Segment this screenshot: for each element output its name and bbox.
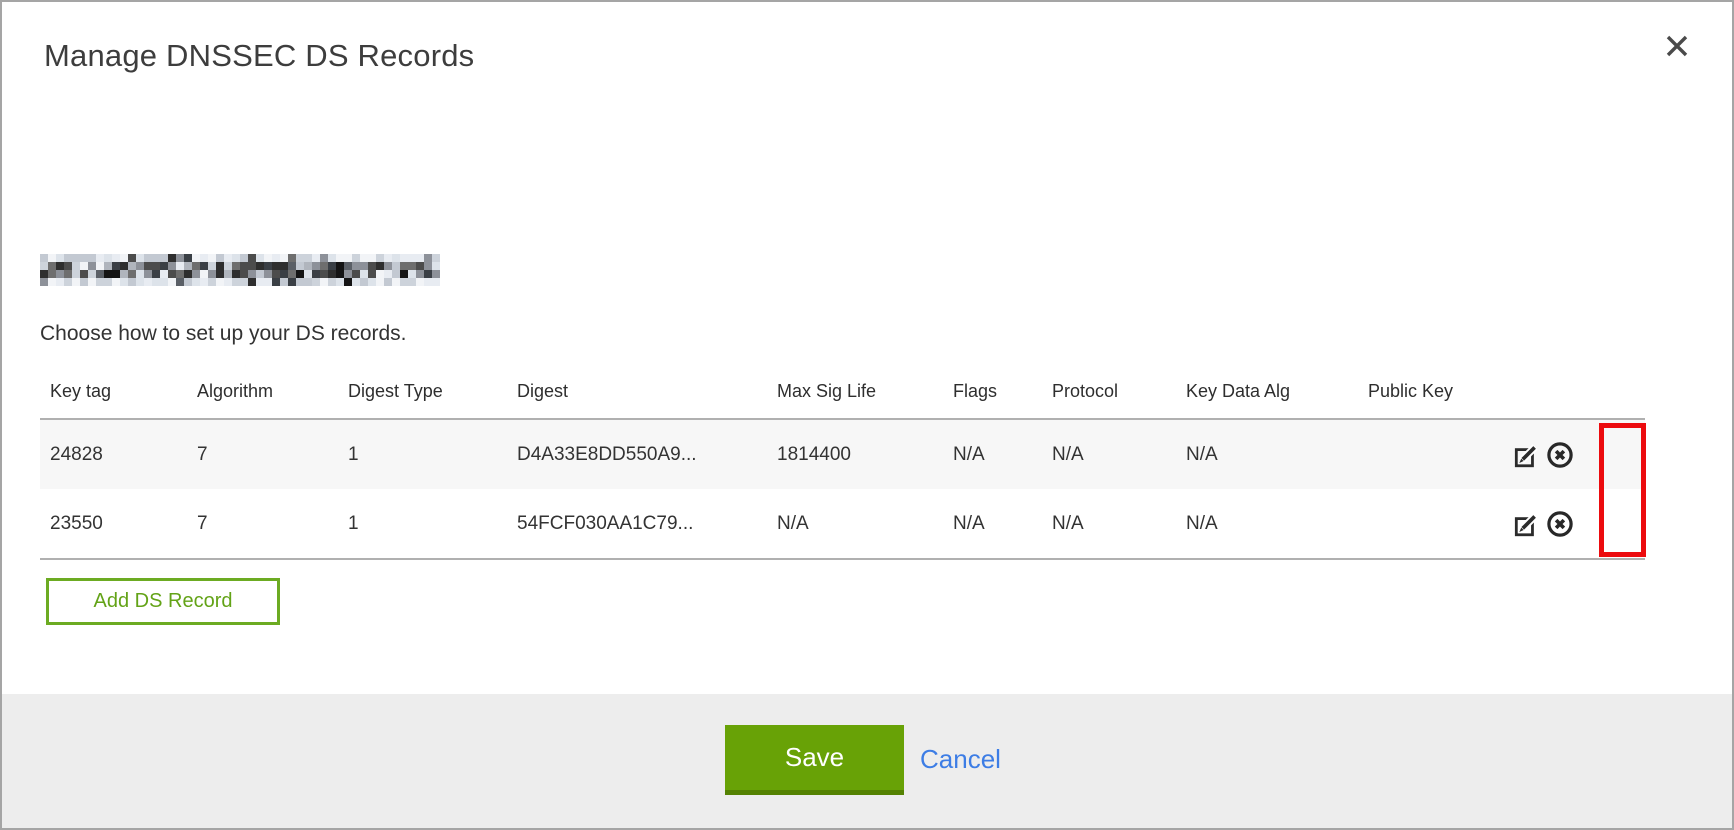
row-actions	[1502, 419, 1645, 489]
cell-max-sig-life: N/A	[767, 489, 943, 559]
cell-algorithm: 7	[187, 489, 338, 559]
table-row: 24828 7 1 D4A33E8DD550A9... 1814400 N/A …	[40, 419, 1645, 489]
col-header-flags: Flags	[943, 364, 1042, 419]
cell-key-data-alg: N/A	[1176, 489, 1358, 559]
dialog-title: Manage DNSSEC DS Records	[44, 38, 474, 74]
cell-digest-type: 1	[338, 489, 507, 559]
add-ds-record-button[interactable]: Add DS Record	[46, 578, 280, 625]
setup-instruction-text: Choose how to set up your DS records.	[40, 322, 407, 346]
cell-max-sig-life: 1814400	[767, 419, 943, 489]
cell-digest: D4A33E8DD550A9...	[507, 419, 767, 489]
dialog-footer: Save Cancel	[2, 694, 1732, 828]
cell-algorithm: 7	[187, 419, 338, 489]
cell-public-key	[1358, 489, 1502, 559]
delete-record-button[interactable]	[1546, 441, 1574, 469]
cancel-link[interactable]: Cancel	[920, 744, 1001, 775]
cell-protocol: N/A	[1042, 419, 1176, 489]
col-header-protocol: Protocol	[1042, 364, 1176, 419]
circle-x-delete-icon	[1546, 441, 1574, 469]
table-row: 23550 7 1 54FCF030AA1C79... N/A N/A N/A …	[40, 489, 1645, 559]
col-header-key-tag: Key tag	[40, 364, 187, 419]
col-header-actions	[1502, 364, 1645, 419]
ds-records-table: Key tag Algorithm Digest Type Digest Max…	[40, 364, 1645, 560]
col-header-max-sig-life: Max Sig Life	[767, 364, 943, 419]
edit-icon	[1512, 510, 1540, 538]
cell-flags: N/A	[943, 489, 1042, 559]
col-header-digest-type: Digest Type	[338, 364, 507, 419]
close-button[interactable]	[1662, 32, 1692, 62]
close-icon	[1664, 33, 1690, 59]
cell-key-tag: 23550	[40, 489, 187, 559]
save-button[interactable]: Save	[725, 725, 904, 795]
cell-key-tag: 24828	[40, 419, 187, 489]
col-header-public-key: Public Key	[1358, 364, 1502, 419]
edit-record-button[interactable]	[1512, 510, 1540, 538]
col-header-digest: Digest	[507, 364, 767, 419]
edit-record-button[interactable]	[1512, 441, 1540, 469]
cell-flags: N/A	[943, 419, 1042, 489]
redacted-domain-name	[40, 254, 440, 286]
row-actions	[1502, 489, 1645, 559]
delete-record-button[interactable]	[1546, 510, 1574, 538]
dnssec-dialog: Manage DNSSEC DS Records Choose how to s…	[0, 0, 1734, 830]
cell-public-key	[1358, 419, 1502, 489]
cell-protocol: N/A	[1042, 489, 1176, 559]
cell-digest-type: 1	[338, 419, 507, 489]
cell-digest: 54FCF030AA1C79...	[507, 489, 767, 559]
col-header-algorithm: Algorithm	[187, 364, 338, 419]
circle-x-delete-icon	[1546, 510, 1574, 538]
col-header-key-data-alg: Key Data Alg	[1176, 364, 1358, 419]
cell-key-data-alg: N/A	[1176, 419, 1358, 489]
edit-icon	[1512, 441, 1540, 469]
table-header-row: Key tag Algorithm Digest Type Digest Max…	[40, 364, 1645, 419]
